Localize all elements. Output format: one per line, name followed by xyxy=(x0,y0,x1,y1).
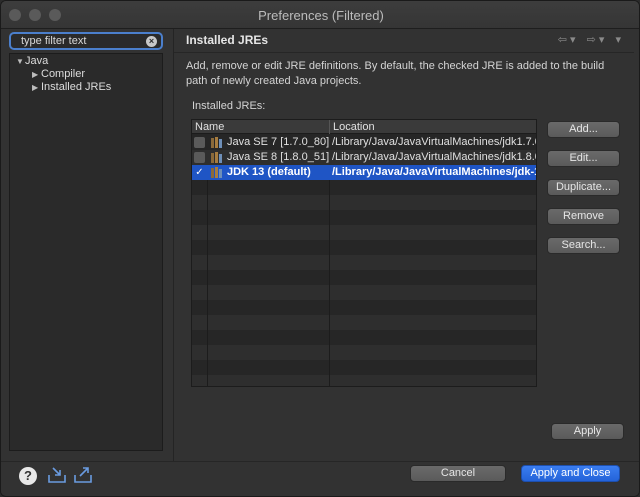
checked-icon[interactable]: ✓ xyxy=(194,167,205,178)
edit-jre-button[interactable]: Edit... xyxy=(547,150,620,167)
empty-row xyxy=(192,345,536,360)
empty-row xyxy=(192,210,536,225)
preferences-window: Preferences (Filtered) type filter text … xyxy=(0,0,640,497)
jre-library-icon xyxy=(211,137,222,148)
jre-location: /Library/Java/JavaVirtualMachines/jdk1.8… xyxy=(332,151,537,163)
installed-jres-page: Installed JREs ⇦ ▾ ⇨ ▾ ▾ Add, remove or … xyxy=(174,29,639,461)
dialog-button-bar: ? Cancel Apply and Close xyxy=(1,461,639,496)
empty-row xyxy=(192,285,536,300)
empty-row xyxy=(192,225,536,240)
tree-item-label: Compiler xyxy=(41,68,86,80)
jre-checkbox[interactable] xyxy=(194,137,205,148)
column-resize-handle[interactable] xyxy=(329,120,330,134)
back-arrow-icon[interactable]: ⇦ ▾ xyxy=(558,34,576,46)
table-row[interactable]: Java SE 7 [1.7.0_80] /Library/Java/JavaV… xyxy=(192,135,537,150)
page-title: Installed JREs xyxy=(186,33,269,47)
jre-library-icon xyxy=(211,152,222,163)
import-icon[interactable] xyxy=(47,466,67,484)
page-description: Add, remove or edit JRE definitions. By … xyxy=(186,60,605,87)
filter-placeholder: type filter text xyxy=(21,35,87,47)
empty-row xyxy=(192,300,536,315)
empty-row xyxy=(192,360,536,375)
forward-arrow-icon[interactable]: ⇨ ▾ xyxy=(587,34,605,46)
empty-row xyxy=(192,375,536,386)
clear-filter-icon[interactable]: × xyxy=(146,36,157,47)
table-row-selected[interactable]: ✓ JDK 13 (default) /Library/Java/JavaVir… xyxy=(192,165,537,180)
export-icon[interactable] xyxy=(73,466,93,484)
table-row[interactable]: Java SE 8 [1.8.0_51] /Library/Java/JavaV… xyxy=(192,150,537,165)
header-separator xyxy=(174,52,634,53)
search-jre-button[interactable]: Search... xyxy=(547,237,620,254)
preferences-navigation: type filter text × ▼Java ▶ Compiler ▶ Inst… xyxy=(1,29,171,461)
empty-row xyxy=(192,315,536,330)
jre-checkbox[interactable] xyxy=(194,152,205,163)
empty-row xyxy=(192,255,536,270)
jre-location: /Library/Java/JavaVirtualMachines/jdk-1 xyxy=(332,166,537,178)
page-header: Installed JREs ⇦ ▾ ⇨ ▾ ▾ xyxy=(174,29,639,51)
tree-item-installed-jres[interactable]: ▶ Installed JREs xyxy=(32,81,111,95)
help-icon[interactable]: ? xyxy=(19,467,37,485)
table-header: Name Location xyxy=(192,120,536,134)
preference-tree: ▼Java ▶ Compiler ▶ Installed JREs xyxy=(9,53,163,451)
tree-item-label: Java xyxy=(25,55,49,67)
jre-name: JDK 13 (default) xyxy=(227,166,311,178)
tree-item-label: Installed JREs xyxy=(41,81,112,93)
tree-item-java[interactable]: ▼Java xyxy=(16,55,48,69)
duplicate-jre-button[interactable]: Duplicate... xyxy=(547,179,620,196)
column-header-name[interactable]: Name xyxy=(195,121,224,133)
jre-table: Name Location Java SE 7 [1.7.0_80] /Libr… xyxy=(191,119,537,387)
page-navigation: ⇦ ▾ ⇨ ▾ ▾ xyxy=(550,33,621,46)
add-jre-button[interactable]: Add... xyxy=(547,121,620,138)
view-menu-icon[interactable]: ▾ xyxy=(615,34,621,46)
empty-row xyxy=(192,180,536,195)
tree-item-compiler[interactable]: ▶ Compiler xyxy=(32,68,85,82)
jre-location: /Library/Java/JavaVirtualMachines/jdk1.7… xyxy=(332,136,537,148)
apply-and-close-button[interactable]: Apply and Close xyxy=(521,465,620,482)
window-title: Preferences (Filtered) xyxy=(258,8,384,23)
installed-jres-label: Installed JREs: xyxy=(192,100,266,112)
column-grid-line xyxy=(329,180,330,386)
cancel-button[interactable]: Cancel xyxy=(410,465,506,482)
remove-jre-button[interactable]: Remove xyxy=(547,208,620,225)
empty-row xyxy=(192,330,536,345)
title-bar[interactable]: Preferences (Filtered) xyxy=(1,1,639,29)
empty-row xyxy=(192,270,536,285)
collapsed-arrow-icon[interactable]: ▶ xyxy=(32,83,41,92)
collapsed-arrow-icon[interactable]: ▶ xyxy=(32,70,41,79)
filter-input[interactable]: type filter text × xyxy=(9,32,163,50)
jre-name: Java SE 7 [1.7.0_80] xyxy=(227,136,330,148)
empty-row xyxy=(192,195,536,210)
column-grid-line xyxy=(207,180,208,386)
jre-name: Java SE 8 [1.8.0_51] xyxy=(227,151,330,163)
expanded-arrow-icon[interactable]: ▼ xyxy=(16,57,25,66)
jre-library-icon xyxy=(211,167,222,178)
empty-row xyxy=(192,240,536,255)
column-header-location[interactable]: Location xyxy=(333,121,375,133)
apply-button[interactable]: Apply xyxy=(551,423,624,440)
